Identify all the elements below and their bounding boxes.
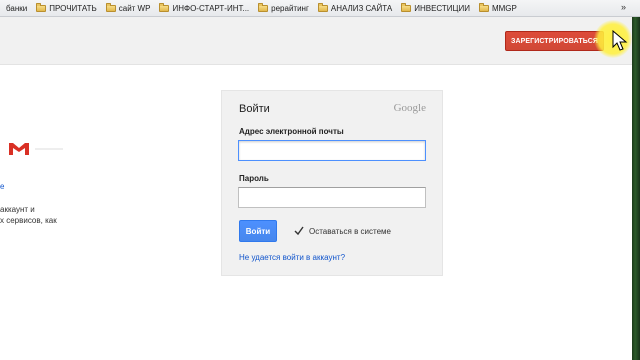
bookmark-prochitat[interactable]: ПРОЧИТАТЬ	[36, 2, 97, 13]
bookmark-label: ИНФО-СТАРТ-ИНТ...	[172, 3, 250, 13]
desktop-edge	[632, 17, 640, 360]
bookmark-analiz-saita[interactable]: АНАЛИЗ САЙТА	[317, 2, 393, 13]
mouse-cursor-icon	[612, 30, 628, 51]
password-label: Пароль	[239, 174, 269, 183]
google-logo: Google	[393, 102, 426, 114]
bookmarks-overflow-icon[interactable]: »	[621, 2, 626, 12]
left-text-line: х сервисов, как	[0, 216, 57, 225]
left-text-line: аккаунт и	[0, 205, 35, 214]
bookmark-label: сайт WP	[118, 3, 151, 13]
bookmark-rerayting[interactable]: рерайтинг	[258, 2, 309, 13]
login-title: Войти	[239, 103, 270, 115]
bookmark-label: рерайтинг	[271, 3, 309, 13]
cant-sign-in-link[interactable]: Не удается войти в аккаунт?	[239, 253, 345, 262]
stay-signed-in-label: Оставаться в системе	[309, 226, 391, 236]
bookmark-investicii[interactable]: ИНВЕСТИЦИИ	[401, 2, 470, 13]
register-button[interactable]: ЗАРЕГИСТРИРОВАТЬСЯ	[505, 31, 604, 51]
folder-icon	[36, 2, 47, 12]
email-label: Адрес электронной почты	[239, 127, 344, 136]
login-box: Войти Google Адрес электронной почты Пар…	[221, 90, 443, 276]
bookmark-label: АНАЛИЗ САЙТА	[330, 3, 393, 13]
folder-icon	[258, 2, 269, 12]
folder-icon	[105, 2, 116, 12]
folder-icon	[159, 2, 170, 12]
bookmark-label: ПРОЧИТАТЬ	[49, 3, 97, 13]
bookmark-label: ИНВЕСТИЦИИ	[414, 3, 470, 13]
stay-signed-in-checkbox[interactable]: Оставаться в системе	[294, 226, 391, 236]
bookmark-banki[interactable]: банки	[0, 4, 27, 13]
gmail-logo	[8, 142, 63, 156]
bookmark-label: MMGP	[491, 3, 517, 13]
left-text-line: е	[0, 182, 5, 191]
bookmarks-bar: банки ПРОЧИТАТЬ сайт WP ИНФО-СТАРТ-ИНТ..…	[0, 0, 640, 17]
email-field[interactable]	[238, 140, 426, 161]
folder-icon	[401, 2, 412, 12]
bookmark-mmgp[interactable]: MMGP	[478, 2, 517, 13]
bookmark-label: банки	[6, 3, 28, 13]
signin-button[interactable]: Войти	[239, 220, 277, 242]
password-field[interactable]	[238, 187, 426, 208]
checkmark-icon	[294, 226, 304, 236]
folder-icon	[317, 2, 328, 12]
bookmark-sait-wp[interactable]: сайт WP	[105, 2, 151, 13]
bookmark-info-start[interactable]: ИНФО-СТАРТ-ИНТ...	[159, 2, 250, 13]
folder-icon	[478, 2, 489, 12]
